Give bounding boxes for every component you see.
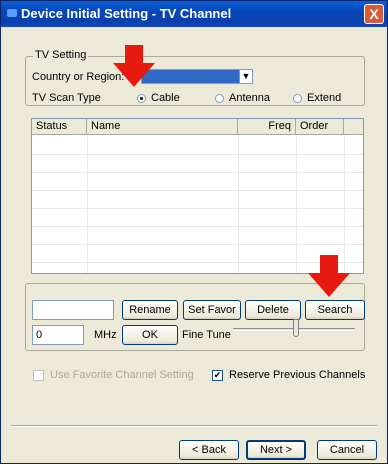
rename-button[interactable]: Rename bbox=[122, 300, 178, 320]
chevron-down-icon[interactable]: ▼ bbox=[239, 70, 252, 83]
use-favorite-label: Use Favorite Channel Setting bbox=[50, 369, 194, 381]
row-divider bbox=[32, 190, 363, 191]
row-divider bbox=[32, 208, 363, 209]
country-select[interactable]: ▼ bbox=[141, 69, 253, 84]
row-divider bbox=[32, 244, 363, 245]
column-status[interactable]: Status bbox=[32, 119, 87, 135]
radio-extend-label[interactable]: Extend bbox=[307, 92, 341, 104]
close-icon[interactable]: X bbox=[364, 4, 384, 24]
fine-tune-label: Fine Tune bbox=[182, 329, 231, 341]
column-divider bbox=[296, 135, 297, 273]
frequency-input[interactable]: 0 bbox=[32, 325, 84, 345]
next-button[interactable]: Next > bbox=[246, 440, 306, 460]
radio-cable-label[interactable]: Cable bbox=[151, 92, 180, 104]
cancel-button[interactable]: Cancel bbox=[317, 440, 377, 460]
scan-type-label: TV Scan Type bbox=[32, 92, 101, 104]
radio-antenna-label[interactable]: Antenna bbox=[229, 92, 270, 104]
radio-antenna[interactable] bbox=[215, 94, 224, 103]
column-divider bbox=[238, 135, 239, 273]
fine-tune-slider-thumb[interactable] bbox=[293, 319, 299, 337]
app-icon bbox=[7, 9, 17, 17]
title-bar: Device Initial Setting - TV Channel X bbox=[1, 1, 387, 27]
back-button[interactable]: < Back bbox=[179, 440, 239, 460]
column-order[interactable]: Order bbox=[296, 119, 344, 135]
footer-separator bbox=[11, 425, 377, 427]
reserve-previous-checkbox[interactable]: ✔ bbox=[212, 370, 223, 381]
channel-name-input[interactable] bbox=[32, 300, 114, 320]
dialog-window: Device Initial Setting - TV Channel X TV… bbox=[0, 0, 388, 464]
window-title: Device Initial Setting - TV Channel bbox=[21, 6, 232, 21]
column-divider bbox=[87, 135, 88, 273]
column-divider bbox=[344, 135, 345, 273]
row-divider bbox=[32, 226, 363, 227]
country-label: Country or Region: bbox=[32, 71, 125, 83]
delete-button[interactable]: Delete bbox=[245, 300, 301, 320]
search-button[interactable]: Search bbox=[305, 300, 365, 320]
column-name[interactable]: Name bbox=[87, 119, 238, 135]
tv-setting-legend: TV Setting bbox=[33, 49, 89, 61]
radio-cable[interactable] bbox=[137, 94, 146, 103]
column-freq[interactable]: Freq bbox=[238, 119, 296, 135]
red-arrow-icon bbox=[308, 255, 350, 297]
use-favorite-checkbox[interactable] bbox=[33, 370, 44, 381]
radio-extend[interactable] bbox=[293, 94, 302, 103]
row-divider bbox=[32, 154, 363, 155]
red-arrow-icon bbox=[113, 45, 155, 87]
channel-table[interactable]: Status Name Freq Order bbox=[31, 118, 364, 274]
table-header: Status Name Freq Order bbox=[32, 119, 363, 135]
ok-button[interactable]: OK bbox=[122, 325, 178, 345]
mhz-label: MHz bbox=[94, 329, 117, 341]
reserve-previous-label: Reserve Previous Channels bbox=[229, 369, 366, 381]
row-divider bbox=[32, 172, 363, 173]
set-favor-button[interactable]: Set Favor bbox=[183, 300, 241, 320]
